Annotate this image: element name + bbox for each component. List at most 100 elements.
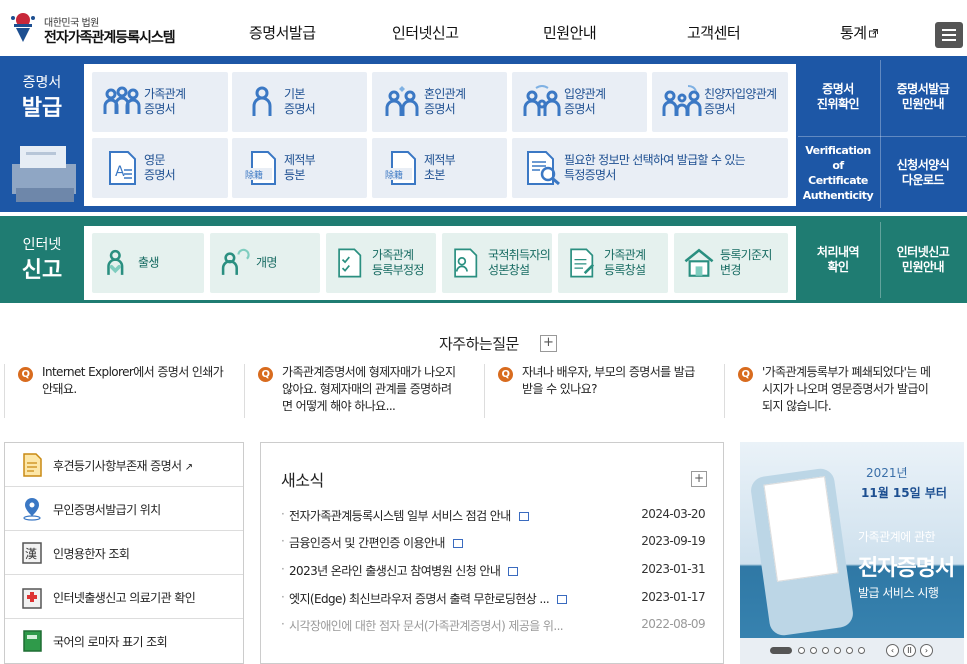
quick-line2: 다운로드 xyxy=(901,173,945,187)
faq-text: Internet Explorer에서 증명서 인쇄가 안돼요. xyxy=(42,364,224,398)
card-marriage-cert[interactable]: 혼인관계 증명서 xyxy=(372,72,507,132)
card-birth-report[interactable]: 출생 xyxy=(92,233,204,293)
card-specific-cert[interactable]: 필요한 정보만 선택하여 발급할 수 있는 특정증명서 xyxy=(512,138,788,198)
card-label: 국적취득자의 성본창설 xyxy=(488,248,551,278)
link-label-text: 후견등기사항부존재 증명서 xyxy=(53,459,182,473)
prev-slide-button[interactable]: ‹ xyxy=(886,644,899,657)
news-item-date: 2023-01-31 xyxy=(641,562,705,576)
process-history-button[interactable]: 처리내역 확인 xyxy=(798,222,878,298)
link-label: 국어의 로마자 표기 조회 xyxy=(53,635,168,649)
report-caption: 인터넷 신고 xyxy=(0,216,84,303)
card-basic-cert[interactable]: 기본 증명서 xyxy=(232,72,367,132)
card-label: 친양자입양관계 증명서 xyxy=(704,87,777,117)
slide-indicator[interactable] xyxy=(822,647,829,654)
link-label: 후견등기사항부존재 증명서 ↗ xyxy=(53,457,193,474)
card-label-line1: 혼인관계 xyxy=(424,87,466,101)
verification-en-button[interactable]: Verification of Certificate Authenticity xyxy=(798,138,878,208)
external-link-icon xyxy=(868,29,878,38)
card-adoption-cert[interactable]: 입양관계 증명서 xyxy=(512,72,647,132)
card-label-line2: 특정증명서 xyxy=(564,168,616,182)
link-guardianship-cert[interactable]: 후견등기사항부존재 증명서 ↗ xyxy=(5,443,243,487)
card-base-address-change[interactable]: 등록기준지 변경 xyxy=(674,233,788,293)
site-logo[interactable]: 대한민국 법원 전자가족관계등록시스템 xyxy=(6,10,186,48)
quick-line1: 신청서양식 xyxy=(896,158,950,172)
faq-item[interactable]: Q 가족관계증명서에 형제자매가 나오지 않아요. 형제자매의 관계를 증명하려 면… xyxy=(258,364,480,418)
slide-indicator-active[interactable] xyxy=(770,647,792,654)
faq-divider xyxy=(484,364,485,418)
card-nationality-surname[interactable]: 국적취득자의 성본창설 xyxy=(442,233,552,293)
slide-indicator[interactable] xyxy=(798,647,805,654)
link-kiosk-location[interactable]: 무인증명서발급기 위치 xyxy=(5,487,243,531)
card-english-cert[interactable]: A 영문 증명서 xyxy=(92,138,228,198)
card-label: 가족관계 등록창설 xyxy=(604,248,646,278)
news-item[interactable]: · 엣지(Edge) 최신브라우저 증명서 출력 무한로딩현상 ... 2023-0… xyxy=(281,590,706,610)
news-item-title: 금융인증서 및 간편인증 이용안내 xyxy=(289,534,463,551)
quick-line2: 진위확인 xyxy=(816,97,860,111)
news-item[interactable]: · 시각장애인에 대한 점자 문서(가족관계증명서) 제공을 위... 2022-0… xyxy=(281,617,706,637)
card-label-line1: 가족관계 xyxy=(372,248,414,262)
faq-item[interactable]: Q '가족관계등록부가 폐쇄되었다'는 메 시지가 나오며 영문증명서가 발급이 되… xyxy=(738,364,960,418)
faq-text: 자녀나 배우자, 부모의 증명서를 발급 받을 수 있나요? xyxy=(522,364,695,398)
card-label-line1: 가족관계 xyxy=(144,87,186,101)
card-full-adoption-cert[interactable]: 친양자입양관계 증명서 xyxy=(652,72,788,132)
news-item[interactable]: · 2023년 온라인 출생신고 참여병원 신청 안내 2023-01-31 xyxy=(281,562,706,582)
news-item[interactable]: · 전자가족관계등록시스템 일부 서비스 점검 안내 2024-03-20 xyxy=(281,507,706,527)
nav-certificate-issue[interactable]: 증명서발급 xyxy=(249,22,316,43)
location-pin-icon xyxy=(23,498,41,521)
nav-customer-center[interactable]: 고객센터 xyxy=(687,22,741,43)
card-label-line2: 증명서 xyxy=(144,168,176,182)
faq-item[interactable]: Q 자녀나 배우자, 부모의 증명서를 발급 받을 수 있나요? xyxy=(498,364,720,418)
link-name-hanja[interactable]: 漢 인명용한자 조회 xyxy=(5,531,243,575)
quick-line1: Verification of xyxy=(805,144,871,172)
link-hospital-check[interactable]: 인터넷출생신고 의료기관 확인 xyxy=(5,575,243,619)
card-label: 제적부 초본 xyxy=(424,153,456,183)
card-label: 필요한 정보만 선택하여 발급할 수 있는 특정증명서 xyxy=(564,153,746,183)
nav-statistics[interactable]: 통계 xyxy=(840,22,878,43)
pause-slide-button[interactable]: II xyxy=(903,644,916,657)
news-item-title: 전자가족관계등록시스템 일부 서비스 점검 안내 xyxy=(289,507,529,524)
link-romanization[interactable]: 국어의 로마자 표기 조회 xyxy=(5,619,243,663)
e-certificate-banner[interactable]: 2021년 11월 15일 부터 가족관계에 관한 전자증명서 발급 서비스 시… xyxy=(740,442,964,664)
card-register-creation[interactable]: 가족관계 등록창설 xyxy=(558,233,668,293)
cert-verify-button[interactable]: 증명서 진위확인 xyxy=(798,60,878,134)
attachment-icon xyxy=(508,567,519,576)
slide-indicator[interactable] xyxy=(810,647,817,654)
issue-civil-guide-button[interactable]: 증명서발급 민원안내 xyxy=(882,60,964,134)
nav-internet-report[interactable]: 인터넷신고 xyxy=(392,22,459,43)
card-label-line1: 제적부 xyxy=(424,153,456,167)
form-download-button[interactable]: 신청서양식 다운로드 xyxy=(882,138,964,208)
card-label-line2: 성본창설 xyxy=(488,263,530,277)
faq-more-button[interactable]: + xyxy=(540,335,557,352)
court-emblem-icon xyxy=(11,13,35,42)
card-label: 가족관계 등록부정정 xyxy=(372,248,424,278)
news-panel: 새소식 + · 전자가족관계등록시스템 일부 서비스 점검 안내 2024-03-2… xyxy=(260,442,724,664)
news-item-text: 전자가족관계등록시스템 일부 서비스 점검 안내 xyxy=(289,509,511,523)
card-label-line1: 등록기준지 xyxy=(720,248,772,262)
card-label: 출생 xyxy=(138,256,159,271)
faq-line: 안돼요. xyxy=(42,382,77,396)
card-register-correction[interactable]: 가족관계 등록부정정 xyxy=(326,233,436,293)
card-rename-report[interactable]: 개명 xyxy=(210,233,320,293)
card-label: 제적부 등본 xyxy=(284,153,316,183)
card-register-copy[interactable]: 除籍 제적부 등본 xyxy=(232,138,367,198)
card-register-abstract[interactable]: 除籍 제적부 초본 xyxy=(372,138,507,198)
nav-civil-guide[interactable]: 민원안내 xyxy=(543,22,597,43)
report-caption-top: 인터넷 xyxy=(22,237,62,253)
slide-indicator[interactable] xyxy=(846,647,853,654)
faq-item[interactable]: Q Internet Explorer에서 증명서 인쇄가 안돼요. xyxy=(18,364,238,418)
faq-text: '가족관계등록부가 폐쇄되었다'는 메 시지가 나오며 영문증명서가 발급이 되지 … xyxy=(762,364,931,415)
bullet-icon: · xyxy=(281,590,285,604)
news-item[interactable]: · 금융인증서 및 간편인증 이용안내 2023-09-19 xyxy=(281,534,706,554)
internet-report-section: 인터넷 신고 출생 개명 가족관계 등록부정정 국적취득자의 성본창설 가족관계 등록… xyxy=(0,216,967,303)
card-label: 등록기준지 변경 xyxy=(720,248,772,278)
news-more-button[interactable]: + xyxy=(691,471,707,487)
next-slide-button[interactable]: › xyxy=(920,644,933,657)
report-civil-guide-button[interactable]: 인터넷신고 민원안내 xyxy=(882,222,964,298)
card-label-line2: 등본 xyxy=(284,168,305,182)
slide-indicator[interactable] xyxy=(834,647,841,654)
header: 대한민국 법원 전자가족관계등록시스템 증명서발급 인터넷신고 민원안내 고객센… xyxy=(0,0,967,54)
slide-indicator[interactable] xyxy=(858,647,865,654)
card-family-relation-cert[interactable]: 가족관계 증명서 xyxy=(92,72,228,132)
card-label: 입양관계 증명서 xyxy=(564,87,606,117)
all-menu-button[interactable] xyxy=(935,22,963,48)
